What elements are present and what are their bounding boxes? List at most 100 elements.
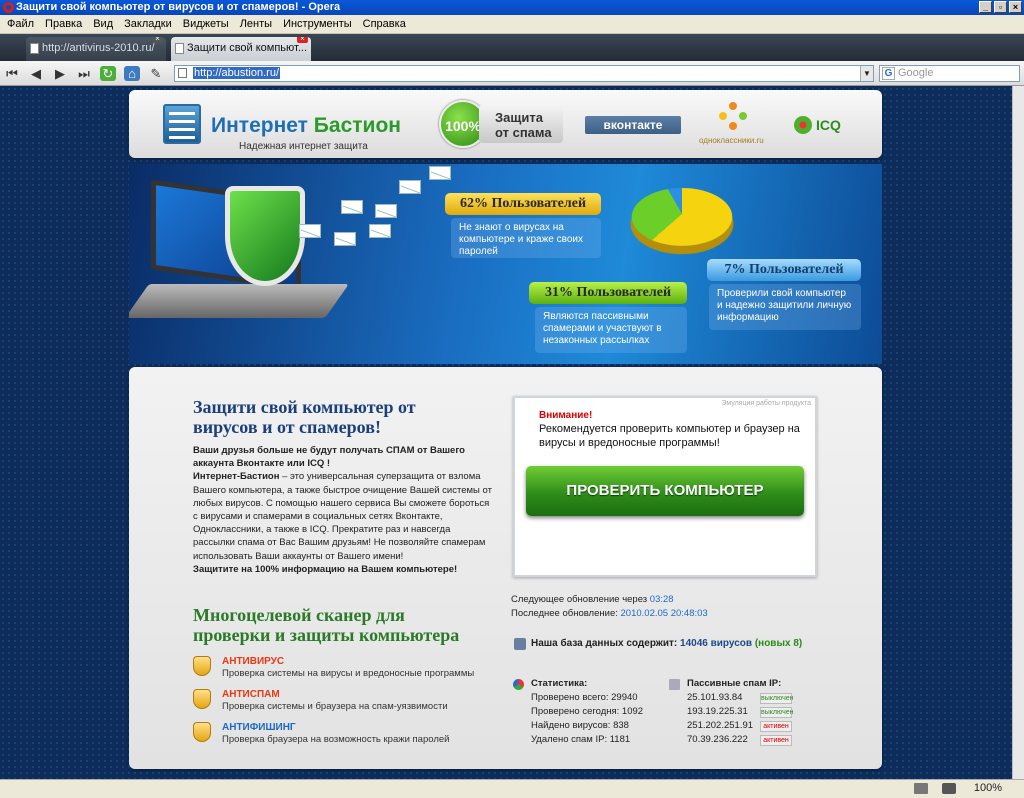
monitor-icon [669,679,680,690]
feature-antispam[interactable]: АНТИСПАМ Проверка системы и браузера на … [193,689,493,715]
window-titlebar: Защити свой компьютер от вирусов и от сп… [0,0,1024,15]
feature-title: АНТИВИРУС [222,656,285,667]
rewind-icon[interactable]: ⏮ [4,66,20,81]
vkontakte-logo[interactable]: вконтакте [585,116,681,134]
odnoklassniki-icon[interactable] [719,102,747,132]
menu-widgets[interactable]: Виджеты [180,18,237,30]
laptop-base [129,284,349,318]
envelope-icon [375,204,397,218]
envelope-icon [341,200,363,214]
status-badge: выключен [760,693,794,704]
forward-icon[interactable]: ▶ [52,66,68,81]
tab-antivirus[interactable]: http://antivirus-2010.ru/ × [26,37,166,61]
site-tagline: Надежная интернет защита [239,141,368,152]
menu-bookmarks[interactable]: Закладки [121,18,180,30]
page-icon [30,43,39,54]
scanner-box: Эмуляция работы продукта Внимание! Реком… [513,396,817,577]
edit-icon[interactable]: ✎ [148,66,164,81]
tab-close-icon[interactable]: × [152,37,163,43]
menu-file[interactable]: Файл [4,18,42,30]
tab-close-icon[interactable]: × [297,37,308,43]
restore-button[interactable]: ▫ [994,1,1007,13]
intro-text: Ваши друзья больше не будут получать СПА… [193,445,492,575]
menu-edit[interactable]: Правка [42,18,90,30]
statistics: Статистика: Проверено всего: 29940 Прове… [511,677,661,747]
status-badge: активен [760,721,792,732]
chart-icon [513,679,524,690]
back-icon[interactable]: ◀ [28,66,44,81]
close-button[interactable]: × [1009,1,1022,13]
status-bar: 100% [0,779,1024,798]
menu-feeds[interactable]: Ленты [237,18,280,30]
icq-label[interactable]: ICQ [816,117,841,133]
logo-icon [163,104,201,144]
address-text: http://abustion.ru/ [193,67,280,79]
feature-desc: Проверка системы на вирусы и вредоносные… [222,668,475,679]
ip-row: 70.39.236.222 активен [667,733,807,747]
home-icon[interactable]: ⌂ [124,66,140,81]
database-icon [514,638,526,650]
spam-ip-list: Пассивные спам IP: 25.101.93.84 выключен … [667,677,807,747]
vertical-scrollbar[interactable] [1012,86,1024,779]
envelope-icon [399,180,421,194]
feature-antivirus[interactable]: АНТИВИРУС Проверка системы на вирусы и в… [193,656,493,682]
envelope-icon [299,224,321,238]
tab-active[interactable]: Защити свой компьют... × [171,37,311,61]
envelope-icon [334,232,356,246]
menu-view[interactable]: Вид [90,18,121,30]
address-dropdown-icon[interactable]: ▼ [860,66,873,81]
google-icon: G [882,67,895,80]
stat-row: Проверено всего: 29940 [531,692,638,703]
tab-label: Защити свой компьют... [187,42,308,54]
statistics-title: Статистика: [511,677,661,691]
antivirus-icon [193,656,211,676]
page-title: Защити свой компьютер от вирусов и от сп… [193,397,416,437]
database-info: Наша база данных содержит: 14046 вирусов… [511,638,802,650]
spam-ip-title: Пассивные спам IP: [667,677,807,691]
warning-title: Внимание! [539,410,593,421]
camera-icon[interactable] [942,783,956,794]
feature-title: АНТИФИШИНГ [222,722,296,733]
tab-label: http://antivirus-2010.ru/ [42,42,155,54]
hero-banner: 62% Пользователей Не знают о вирусах на … [129,164,882,364]
scanner-heading: Многоцелевой сканер для проверки и защит… [193,605,460,645]
site-logo[interactable]: Интернет Бастион [211,114,401,138]
status-badge: активен [760,735,792,746]
address-field[interactable]: http://abustion.ru/ ▼ [174,65,874,82]
page-viewport: Интернет Бастион Надежная интернет защит… [0,86,1012,779]
stat-7-text: Проверили свой компьютер и надежно защит… [709,284,861,330]
stat-row: Найдено вирусов: 838 [531,720,629,731]
pie-chart [626,187,738,246]
stat-row: Проверено сегодня: 1092 [531,706,644,717]
emulation-note: Эмуляция работы продукта [721,400,811,407]
address-toolbar: ⏮ ◀ ▶ ⏭ ↻ ⌂ ✎ http://abustion.ru/ ▼ G Go… [0,61,1024,86]
stat-62-text: Не знают о вирусах на компьютере и краже… [451,218,601,258]
ip-row: 251.202.251.91 активен [667,719,807,733]
ip-row: 193.19.225.31 выключен [687,706,794,718]
icq-flower-icon[interactable] [794,116,812,134]
envelope-icon [429,166,451,180]
monitor-icon[interactable] [914,783,928,794]
stat-62-pill: 62% Пользователей [445,193,601,215]
page-icon [178,68,187,78]
zoom-level[interactable]: 100% [974,782,1002,794]
odnoklassniki-label[interactable]: одноклассники.ru [699,136,764,145]
scan-computer-button[interactable]: ПРОВЕРИТЬ КОМПЬЮТЕР [526,466,804,516]
envelope-icon [369,224,391,238]
main-content: Защити свой компьютер от вирусов и от сп… [129,367,882,769]
window-title: Защити свой компьютер от вирусов и от сп… [16,1,341,13]
search-placeholder: Google [898,67,934,79]
status-badge: выключен [760,707,794,718]
search-field[interactable]: G Google [879,65,1020,82]
menu-tools[interactable]: Инструменты [280,18,360,30]
fast-forward-icon[interactable]: ⏭ [76,66,92,81]
menu-bar: Файл Правка Вид Закладки Виджеты Ленты И… [0,15,1024,34]
feature-antiphishing[interactable]: АНТИФИШИНГ Проверка браузера на возможно… [193,722,493,748]
last-update: Последнее обновление: 2010.02.05 20:48:0… [511,608,708,619]
menu-help[interactable]: Справка [360,18,414,30]
opera-logo-icon [3,2,14,13]
antispam-icon [193,689,211,709]
minimize-button[interactable]: _ [979,1,992,13]
reload-icon[interactable]: ↻ [100,66,116,81]
spam-protection-box: Защита от спама [479,105,563,143]
